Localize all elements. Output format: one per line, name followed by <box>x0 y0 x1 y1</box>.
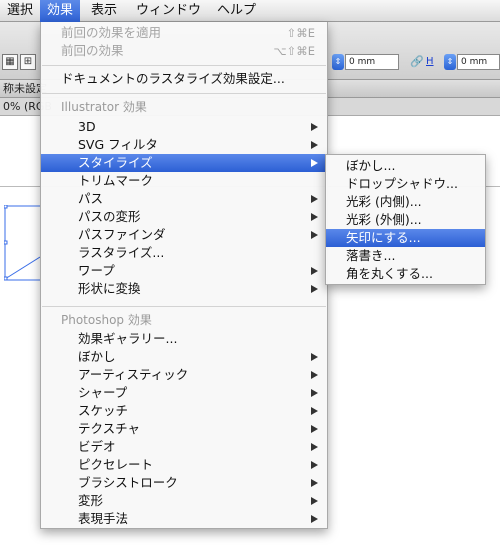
w-spinner[interactable]: ⇕ <box>332 54 344 70</box>
menu-item-rasterize[interactable]: ラスタライズ... <box>41 244 327 262</box>
submenu-item-drop-shadow[interactable]: ドロップシャドウ... <box>326 175 485 193</box>
menu-item-video[interactable]: ビデオ <box>41 438 327 456</box>
submenu-arrow-icon <box>311 461 318 469</box>
shortcut-apply-last-effect: ⇧⌘E <box>286 26 315 40</box>
menu-item-stylize[interactable]: スタイライズ <box>41 154 327 172</box>
h-label: H <box>426 56 434 67</box>
submenu-arrow-icon <box>311 123 318 131</box>
menu-item-artistic[interactable]: アーティスティック <box>41 366 327 384</box>
submenu-arrow-icon <box>311 195 318 203</box>
submenu-item-scribble[interactable]: 落書き... <box>326 247 485 265</box>
menu-item-svg-filter[interactable]: SVG フィルタ <box>41 136 327 154</box>
menubar-item-view[interactable]: 表示 <box>84 0 124 22</box>
submenu-arrow-icon <box>311 443 318 451</box>
grid-icon[interactable]: ▦ <box>2 54 18 70</box>
submenu-item-inner-glow[interactable]: 光彩 (内側)... <box>326 193 485 211</box>
menu-item-sharpen[interactable]: シャープ <box>41 384 327 402</box>
photoshop-effects-header: Photoshop 効果 <box>61 313 152 327</box>
menu-separator <box>42 306 326 307</box>
menu-item-path[interactable]: パス <box>41 190 327 208</box>
submenu-arrow-icon <box>311 231 318 239</box>
menu-item-texture[interactable]: テクスチャ <box>41 420 327 438</box>
submenu-arrow-icon <box>311 213 318 221</box>
submenu-item-add-arrowheads[interactable]: 矢印にする... <box>326 229 485 247</box>
submenu-arrow-icon <box>311 479 318 487</box>
menu-item-blur[interactable]: ぼかし <box>41 348 327 366</box>
submenu-arrow-icon <box>311 141 318 149</box>
h-field[interactable]: 0 mm <box>457 54 500 70</box>
menu-item-pixelate[interactable]: ピクセレート <box>41 456 327 474</box>
menu-item-last-effect[interactable]: 前回の効果 ⌥⇧⌘E <box>41 42 327 60</box>
menubar-item-window[interactable]: ウィンドウ <box>129 0 208 22</box>
transform-icon[interactable]: ⊞ <box>20 54 36 70</box>
submenu-arrow-icon <box>311 353 318 361</box>
menu-separator <box>42 65 326 66</box>
menu-separator <box>42 93 326 94</box>
menu-item-warp[interactable]: ワープ <box>41 262 327 280</box>
menu-item-brush-strokes[interactable]: ブラシストローク <box>41 474 327 492</box>
menu-item-3d[interactable]: 3D <box>41 118 327 136</box>
submenu-arrow-icon <box>311 267 318 275</box>
effect-menu: 前回の効果を適用 ⇧⌘E 前回の効果 ⌥⇧⌘E ドキュメントのラスタライズ効果設… <box>40 22 328 529</box>
submenu-arrow-icon <box>311 371 318 379</box>
menu-item-distort-transform[interactable]: パスの変形 <box>41 208 327 226</box>
link-icon[interactable]: 🔗 <box>410 54 424 70</box>
menu-item-stylize-ps[interactable]: 表現手法 <box>41 510 327 528</box>
submenu-arrow-icon <box>311 425 318 433</box>
submenu-arrow-icon <box>311 159 318 167</box>
menubar-item-select[interactable]: 選択 <box>0 0 40 22</box>
submenu-arrow-icon <box>311 515 318 523</box>
menu-item-sketch[interactable]: スケッチ <box>41 402 327 420</box>
submenu-arrow-icon <box>311 389 318 397</box>
stylize-submenu: ぼかし... ドロップシャドウ... 光彩 (内側)... 光彩 (外側)...… <box>325 154 486 285</box>
menu-item-distort[interactable]: 変形 <box>41 492 327 510</box>
w-field[interactable]: 0 mm <box>345 54 399 70</box>
submenu-item-feather[interactable]: ぼかし... <box>326 157 485 175</box>
menubar-item-help[interactable]: ヘルプ <box>210 0 263 22</box>
illustrator-effects-header: Illustrator 効果 <box>61 100 147 114</box>
submenu-item-round-corners[interactable]: 角を丸くする... <box>326 265 485 283</box>
menubar: 選択 効果 表示 ウィンドウ ヘルプ <box>0 0 500 22</box>
menu-item-convert-to-shape[interactable]: 形状に変換 <box>41 280 327 298</box>
submenu-arrow-icon <box>311 285 318 293</box>
submenu-item-outer-glow[interactable]: 光彩 (外側)... <box>326 211 485 229</box>
submenu-arrow-icon <box>311 497 318 505</box>
menu-item-document-raster-settings[interactable]: ドキュメントのラスタライズ効果設定... <box>41 70 327 88</box>
selected-artwork[interactable] <box>4 205 40 281</box>
h-spinner[interactable]: ⇕ <box>444 54 456 70</box>
menu-item-trim-marks[interactable]: トリムマーク <box>41 172 327 190</box>
shortcut-last-effect: ⌥⇧⌘E <box>273 44 315 58</box>
menu-item-apply-last-effect[interactable]: 前回の効果を適用 ⇧⌘E <box>41 24 327 42</box>
submenu-arrow-icon <box>311 407 318 415</box>
menu-item-pathfinder[interactable]: パスファインダ <box>41 226 327 244</box>
menu-item-effect-gallery[interactable]: 効果ギャラリー... <box>41 330 327 348</box>
menubar-item-effect[interactable]: 効果 <box>40 0 81 22</box>
